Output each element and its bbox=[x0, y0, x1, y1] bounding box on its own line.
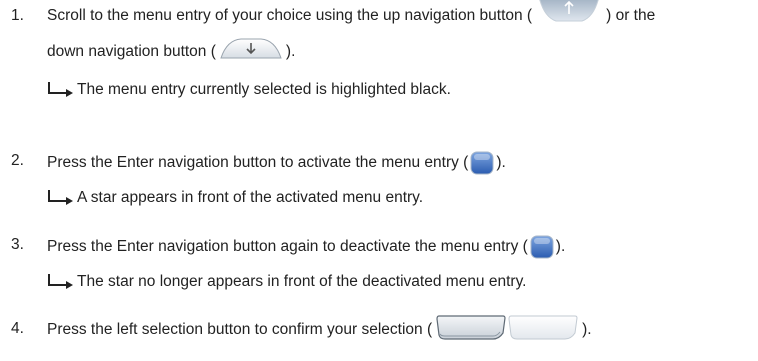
step-4-line: Press the left selection button to confi… bbox=[47, 315, 592, 341]
step-4-text-before: Press the left selection button to confi… bbox=[47, 321, 433, 338]
step-3-text-before: Press the Enter navigation button again … bbox=[47, 238, 528, 255]
step-2-result-text: A star appears in front of the activated… bbox=[77, 189, 424, 206]
step-4-text-after: ). bbox=[582, 321, 592, 338]
right-selection-button-icon bbox=[507, 313, 579, 341]
step-number-4: 4. bbox=[11, 320, 24, 337]
step-1-line-2: down navigation button ( ). bbox=[47, 38, 296, 62]
step-2-text-after: ). bbox=[496, 154, 506, 171]
left-selection-button-icon bbox=[435, 313, 507, 341]
step-1-result-text: The menu entry currently selected is hig… bbox=[77, 81, 451, 98]
step-3-result-text: The star no longer appears in front of t… bbox=[77, 273, 527, 290]
step-number-3: 3. bbox=[11, 236, 24, 253]
step-2-result: A star appears in front of the activated… bbox=[47, 188, 423, 208]
step-3-result: The star no longer appears in front of t… bbox=[47, 272, 526, 292]
down-navigation-button-icon bbox=[219, 37, 283, 61]
up-navigation-button-icon bbox=[536, 0, 602, 23]
step-3-text-after: ). bbox=[555, 238, 566, 255]
result-arrow-icon bbox=[47, 190, 75, 206]
enter-navigation-button-icon bbox=[470, 151, 494, 175]
step-2-text-before: Press the Enter navigation button to act… bbox=[47, 154, 469, 171]
step-1-line-2-text-before: down navigation button ( bbox=[47, 43, 216, 60]
step-1-text-after: ) or the bbox=[606, 7, 656, 24]
step-number-1: 1. bbox=[11, 7, 24, 24]
result-arrow-icon bbox=[47, 82, 75, 98]
enter-navigation-button-icon bbox=[530, 235, 554, 259]
step-1-text-before: Scroll to the menu entry of your choice … bbox=[47, 7, 533, 24]
step-2-line: Press the Enter navigation button to act… bbox=[47, 151, 506, 175]
step-1-line-2-text-after: ). bbox=[285, 43, 296, 60]
step-number-2: 2. bbox=[11, 152, 24, 169]
step-1-line-1: Scroll to the menu entry of your choice … bbox=[47, 0, 656, 26]
result-arrow-icon bbox=[47, 274, 75, 290]
step-1-result: The menu entry currently selected is hig… bbox=[47, 80, 451, 100]
step-3-line: Press the Enter navigation button again … bbox=[47, 235, 565, 259]
